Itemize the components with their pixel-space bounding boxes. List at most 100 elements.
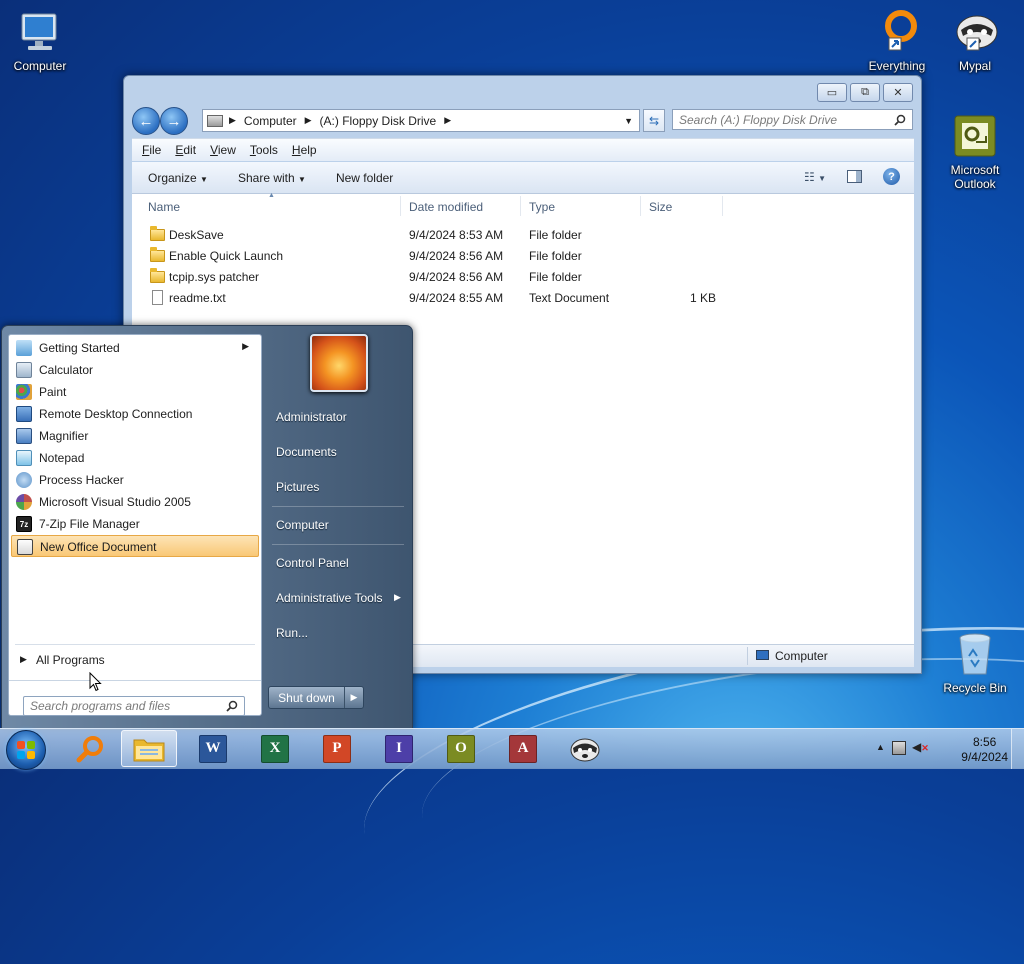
- computer-small-icon: [756, 650, 769, 660]
- start-separator: [272, 544, 404, 545]
- share-with-button[interactable]: Share with ▼: [238, 171, 306, 185]
- program-label: 7-Zip File Manager: [39, 517, 140, 531]
- refresh-icon: ⇆: [648, 113, 660, 128]
- taskbar: W X P I O A ▲ ◀✕ 8:56 9/4/2024: [0, 728, 1024, 770]
- file-row-enable-quick-launch[interactable]: Enable Quick Launch 9/4/2024 8:56 AM Fil…: [142, 246, 722, 267]
- preview-pane-button[interactable]: [847, 170, 862, 183]
- desktop-icon-everything[interactable]: Everything: [857, 8, 937, 73]
- column-type[interactable]: Type: [529, 200, 555, 214]
- start-item-documents[interactable]: Documents: [276, 445, 337, 459]
- taskbar-infopath[interactable]: I: [371, 730, 427, 767]
- address-dropdown-icon[interactable]: ▼: [624, 116, 633, 126]
- user-picture[interactable]: [310, 334, 368, 392]
- taskbar-outlook[interactable]: O: [433, 730, 489, 767]
- menu-tools[interactable]: Tools: [250, 143, 278, 157]
- taskbar-access[interactable]: A: [495, 730, 551, 767]
- start-item-administrative-tools[interactable]: Administrative Tools: [276, 591, 383, 605]
- program-getting-started[interactable]: Getting Started ▶: [11, 337, 259, 359]
- start-item-run[interactable]: Run...: [276, 626, 308, 640]
- column-name[interactable]: Name: [148, 200, 180, 214]
- new-office-document-icon: [17, 539, 33, 555]
- windows-logo-icon: [17, 741, 35, 759]
- shutdown-options-button[interactable]: ▶: [345, 687, 363, 708]
- forward-button[interactable]: →: [160, 107, 188, 135]
- file-type: File folder: [529, 270, 582, 284]
- programs-pane: Getting Started ▶ Calculator Paint Remot…: [8, 334, 262, 716]
- column-size[interactable]: Size: [649, 200, 672, 214]
- taskbar-excel[interactable]: X: [247, 730, 303, 767]
- file-row-tcpip-patcher[interactable]: tcpip.sys patcher 9/4/2024 8:56 AM File …: [142, 267, 722, 288]
- infopath-icon: I: [385, 734, 413, 763]
- program-7zip[interactable]: 7z 7-Zip File Manager: [11, 513, 259, 535]
- column-divider[interactable]: [400, 196, 401, 216]
- breadcrumb-floppy-drive[interactable]: (A:) Floppy Disk Drive: [320, 114, 437, 128]
- program-magnifier[interactable]: Magnifier: [11, 425, 259, 447]
- clock[interactable]: 8:56 9/4/2024: [961, 735, 1008, 765]
- help-button[interactable]: ?: [883, 168, 900, 185]
- program-label: Process Hacker: [39, 473, 124, 487]
- program-remote-desktop[interactable]: Remote Desktop Connection: [11, 403, 259, 425]
- column-date-modified[interactable]: Date modified: [409, 200, 483, 214]
- back-button[interactable]: ←: [132, 107, 160, 135]
- start-item-administrator[interactable]: Administrator: [276, 410, 347, 424]
- column-divider[interactable]: [640, 196, 641, 216]
- close-button[interactable]: ✕: [883, 83, 913, 102]
- column-divider[interactable]: [520, 196, 521, 216]
- start-right-pane: Administrator Documents Pictures Compute…: [264, 326, 410, 726]
- start-item-control-panel[interactable]: Control Panel: [276, 556, 349, 570]
- taskbar-word[interactable]: W: [185, 730, 241, 767]
- maximize-button[interactable]: ⧉: [850, 83, 880, 102]
- all-programs-button[interactable]: ▶ All Programs: [11, 649, 259, 671]
- taskbar-everything[interactable]: [62, 730, 118, 767]
- program-label: Calculator: [39, 363, 94, 377]
- shutdown-button[interactable]: Shut down: [269, 687, 345, 708]
- program-process-hacker[interactable]: Process Hacker: [11, 469, 259, 491]
- volume-muted-icon[interactable]: ◀✕: [912, 740, 929, 754]
- refresh-button[interactable]: ⇆: [643, 109, 665, 132]
- start-search-placeholder: Search programs and files: [30, 699, 171, 713]
- menu-view[interactable]: View: [210, 143, 236, 157]
- start-button[interactable]: [6, 730, 46, 770]
- new-folder-button[interactable]: New folder: [336, 171, 393, 185]
- program-new-office-document[interactable]: New Office Document: [11, 535, 259, 557]
- network-icon[interactable]: [892, 741, 906, 755]
- search-input[interactable]: Search (A:) Floppy Disk Drive: [672, 109, 913, 130]
- program-notepad[interactable]: Notepad: [11, 447, 259, 469]
- desktop-icon-label: Microsoft Outlook: [950, 163, 1000, 191]
- show-hidden-icons-button[interactable]: ▲: [876, 742, 885, 752]
- minimize-button[interactable]: ▭: [817, 83, 847, 102]
- floppy-drive-icon: [207, 114, 223, 127]
- search-icon: [226, 700, 238, 712]
- address-bar[interactable]: ▶ Computer ▶ (A:) Floppy Disk Drive ▶ ▼: [202, 109, 640, 132]
- show-desktop-button[interactable]: [1011, 729, 1024, 769]
- breadcrumb-computer[interactable]: Computer: [244, 114, 297, 128]
- taskbar-powerpoint[interactable]: P: [309, 730, 365, 767]
- start-item-computer[interactable]: Computer: [276, 518, 329, 532]
- desktop-icon-computer[interactable]: Computer: [0, 8, 80, 73]
- program-calculator[interactable]: Calculator: [11, 359, 259, 381]
- desktop-icon-outlook[interactable]: Microsoft Outlook: [935, 112, 1015, 191]
- desktop-icon-recycle-bin[interactable]: Recycle Bin: [935, 630, 1015, 695]
- start-item-pictures[interactable]: Pictures: [276, 480, 319, 494]
- file-type: Text Document: [529, 291, 610, 305]
- taskbar-explorer[interactable]: [121, 730, 177, 767]
- program-visual-studio-2005[interactable]: Microsoft Visual Studio 2005: [11, 491, 259, 513]
- sort-indicator-icon: ▲: [268, 192, 275, 199]
- file-row-readme[interactable]: readme.txt 9/4/2024 8:55 AM Text Documen…: [142, 288, 722, 309]
- taskbar-mypal[interactable]: [557, 730, 613, 767]
- remote-desktop-icon: [16, 406, 32, 422]
- column-divider[interactable]: [722, 196, 723, 216]
- start-search-input[interactable]: Search programs and files: [23, 696, 245, 716]
- menu-file[interactable]: File: [142, 143, 161, 157]
- file-row-desksave[interactable]: DeskSave 9/4/2024 8:53 AM File folder: [142, 225, 722, 246]
- chevron-down-icon: ▼: [200, 174, 208, 184]
- desktop-icon-mypal[interactable]: Mypal: [935, 8, 1015, 73]
- start-search-divider: [9, 680, 261, 681]
- menu-help[interactable]: Help: [292, 143, 317, 157]
- file-date: 9/4/2024 8:56 AM: [409, 270, 504, 284]
- program-paint[interactable]: Paint: [11, 381, 259, 403]
- folder-icon: [150, 247, 165, 262]
- view-options-button[interactable]: ☷ ▼: [804, 170, 826, 184]
- organize-button[interactable]: Organize ▼: [148, 171, 208, 185]
- menu-edit[interactable]: Edit: [175, 143, 196, 157]
